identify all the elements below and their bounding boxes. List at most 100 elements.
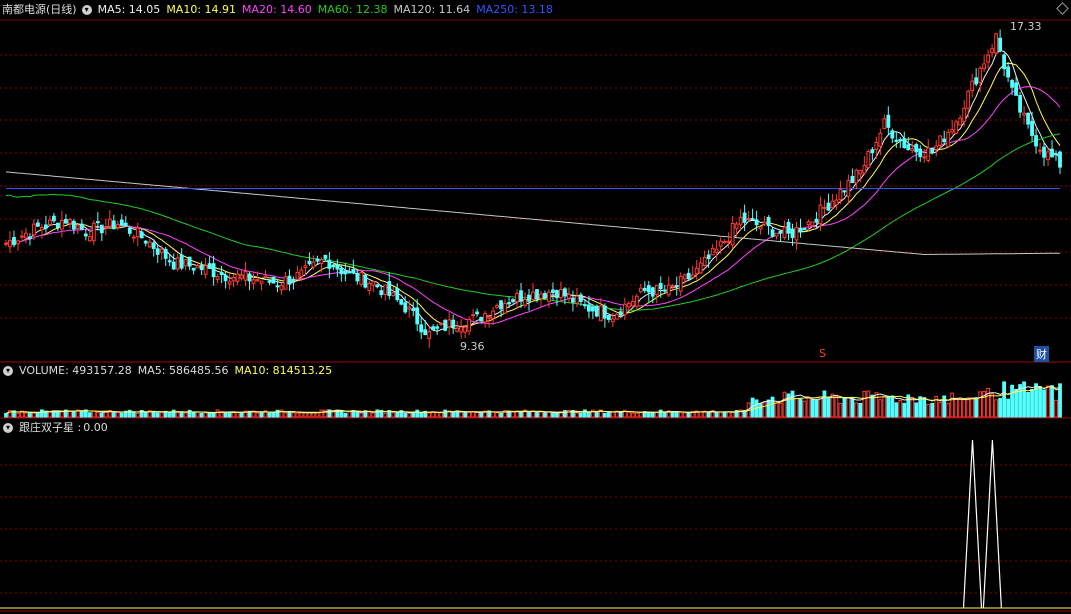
volume-bar — [718, 411, 723, 418]
volume-bar — [838, 402, 843, 418]
volume-bar — [602, 412, 607, 418]
candle-body — [95, 221, 100, 224]
volume-bar — [658, 409, 663, 418]
volume-bar — [539, 411, 543, 418]
volume-bar — [371, 412, 376, 418]
volume-bar — [850, 397, 855, 418]
volume-bar — [778, 402, 783, 418]
candle-body — [487, 316, 491, 319]
candle-body — [1042, 146, 1046, 158]
volume-bar — [774, 402, 779, 418]
candle-body — [131, 236, 136, 239]
volume-bar — [547, 411, 551, 418]
candle-body — [243, 270, 248, 281]
candle-body — [810, 221, 815, 227]
candle-body — [291, 279, 296, 282]
candle-body — [499, 300, 503, 310]
candle-body — [183, 259, 188, 267]
volume-bar — [670, 411, 675, 418]
volume-bar — [1058, 383, 1062, 418]
volume-bar — [818, 396, 823, 418]
cai-marker[interactable]: 财 — [1034, 346, 1049, 362]
candle-body — [20, 235, 24, 238]
candle-body — [978, 67, 983, 83]
volume-bar — [958, 398, 963, 418]
volume-bar — [986, 387, 991, 418]
candle-body — [535, 289, 539, 300]
candle-body — [594, 305, 599, 317]
ma60-value: MA60: 12.38 — [317, 3, 388, 16]
candle-body — [379, 290, 384, 296]
candle-body — [714, 248, 719, 253]
candle-body — [75, 225, 80, 229]
candle-body — [890, 130, 895, 139]
candle-body — [187, 256, 192, 267]
candle-body — [111, 220, 116, 230]
stock-name[interactable]: 南都电源(日线) — [2, 2, 77, 18]
candle-body — [846, 179, 851, 197]
candle-body — [363, 274, 368, 288]
candle-body — [606, 315, 611, 320]
candle-body — [806, 221, 811, 226]
candle-body — [415, 307, 420, 325]
s-marker[interactable]: S — [819, 347, 826, 360]
kline-chart[interactable] — [0, 0, 1071, 614]
volume-bar — [826, 397, 831, 418]
candle-body — [479, 317, 483, 322]
main-panel-header: 南都电源(日线) ▾ MA5: 14.05 MA10: 14.91 MA20: … — [2, 2, 559, 18]
candle-body — [483, 312, 487, 323]
volume-bar — [551, 412, 555, 418]
volume-bar — [479, 412, 483, 418]
volume-bar — [594, 411, 599, 418]
volume-bar — [391, 412, 396, 418]
candle-body — [383, 284, 388, 295]
candle-body — [335, 264, 340, 270]
volume-bar — [894, 402, 899, 418]
candle-body — [630, 300, 635, 307]
volume-bar — [870, 394, 875, 418]
volume-bar — [678, 411, 683, 418]
volume-bar — [467, 411, 472, 418]
chevron-down-icon[interactable]: ▾ — [3, 423, 13, 433]
candle-body — [551, 289, 555, 294]
candle-body — [427, 331, 432, 340]
candle-body — [279, 284, 284, 291]
candle-body — [16, 240, 20, 245]
volume-bar — [998, 397, 1003, 418]
volume-bar — [650, 411, 655, 418]
candle-body — [930, 147, 935, 154]
volume-bar — [4, 412, 8, 418]
volume-bar — [79, 410, 84, 418]
indicator-panel-header: ▾ 跟庄双子星 : 0.00 — [0, 420, 114, 436]
candle-body — [311, 261, 316, 268]
candle-body — [555, 290, 559, 299]
chevron-down-icon[interactable]: ▾ — [81, 5, 92, 15]
vol-ma10-value: MA10: 814513.25 — [234, 364, 333, 377]
high-price-label: 17.33 — [1010, 20, 1042, 33]
candle-body — [866, 150, 871, 168]
candle-body — [786, 221, 791, 234]
candle-body — [231, 276, 236, 282]
volume-bar — [167, 411, 172, 418]
candle-body — [910, 148, 915, 152]
volume-bar — [846, 397, 851, 418]
candle-body — [1030, 120, 1034, 136]
candle-body — [998, 37, 1003, 52]
candle-body — [247, 273, 252, 282]
candle-body — [1050, 148, 1054, 158]
candle-body — [48, 219, 52, 226]
candle-body — [443, 319, 448, 331]
ma5-line — [21, 49, 1061, 332]
candle-body — [922, 156, 927, 159]
volume-bar — [706, 412, 711, 418]
candle-body — [223, 274, 228, 282]
candle-body — [1002, 54, 1007, 70]
candle-body — [455, 327, 460, 332]
candle-body — [754, 219, 759, 226]
candle-body — [239, 274, 244, 279]
volume-bar — [171, 409, 176, 418]
chevron-down-icon[interactable]: ▾ — [3, 366, 13, 376]
candle-body — [974, 77, 979, 85]
candle-body — [758, 226, 763, 230]
candle-body — [1026, 112, 1030, 125]
